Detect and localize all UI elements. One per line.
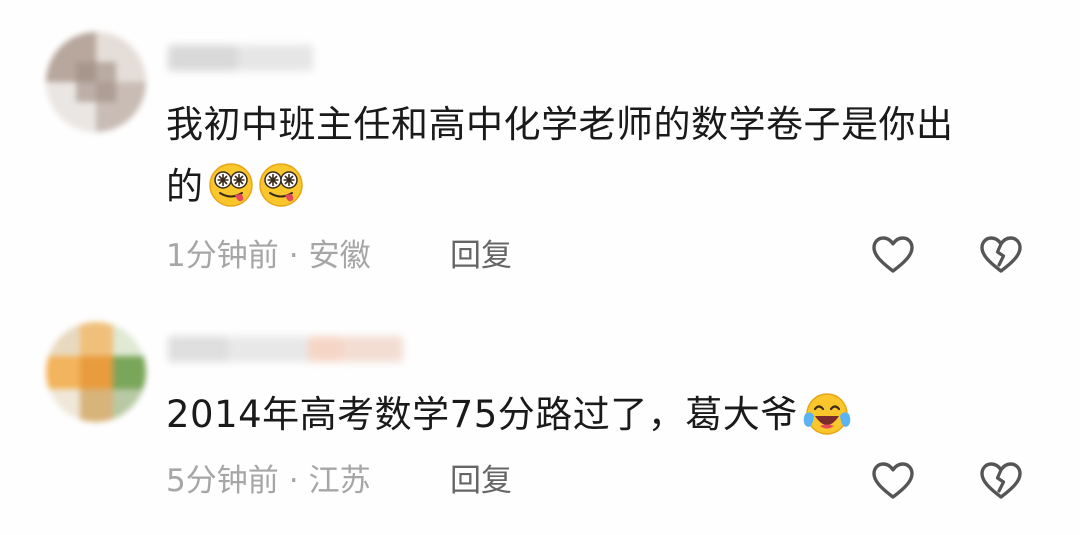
drool-silly-emoji-icon <box>208 162 254 208</box>
broken-heart-icon[interactable] <box>979 461 1023 501</box>
comment-meta: 1分钟前 · 安徽 <box>166 236 371 276</box>
comment-item: 我初中班主任和高中化学老师的数学卷子是你出 的 1分钟前 · 安徽 回复 <box>0 0 1080 300</box>
comment-text-line: 2014年高考数学75分路过了，葛大爷 <box>166 384 852 446</box>
comment-location: 安徽 <box>308 238 371 274</box>
heart-outline-icon[interactable] <box>871 235 915 275</box>
reply-button[interactable]: 回复 <box>450 236 512 276</box>
comment-time: 1分钟前 <box>166 238 279 274</box>
avatar[interactable] <box>46 32 146 132</box>
comment-text-line: 的 <box>166 156 954 218</box>
comment-list: 我初中班主任和高中化学老师的数学卷子是你出 的 1分钟前 · 安徽 回复 201… <box>0 0 1080 535</box>
drool-silly-emoji-icon <box>258 162 304 208</box>
comment-time: 5分钟前 <box>166 463 279 499</box>
username[interactable] <box>168 45 313 71</box>
meta-separator: · <box>288 238 299 274</box>
comment-meta: 5分钟前 · 江苏 <box>166 461 371 501</box>
comment-item: 2014年高考数学75分路过了，葛大爷 5分钟前 · 江苏 回复 <box>0 300 1080 535</box>
meta-separator: · <box>288 463 299 499</box>
comment-text: 我初中班主任和高中化学老师的数学卷子是你出 的 <box>166 94 954 218</box>
reply-button[interactable]: 回复 <box>450 461 512 501</box>
avatar[interactable] <box>46 322 146 422</box>
crying-laugh-emoji-icon <box>802 390 852 436</box>
comment-text-line: 我初中班主任和高中化学老师的数学卷子是你出 <box>166 103 954 146</box>
comment-location: 江苏 <box>308 463 371 499</box>
username[interactable] <box>168 336 403 362</box>
broken-heart-icon[interactable] <box>979 235 1023 275</box>
heart-outline-icon[interactable] <box>871 461 915 501</box>
comment-text: 2014年高考数学75分路过了，葛大爷 <box>166 384 852 446</box>
